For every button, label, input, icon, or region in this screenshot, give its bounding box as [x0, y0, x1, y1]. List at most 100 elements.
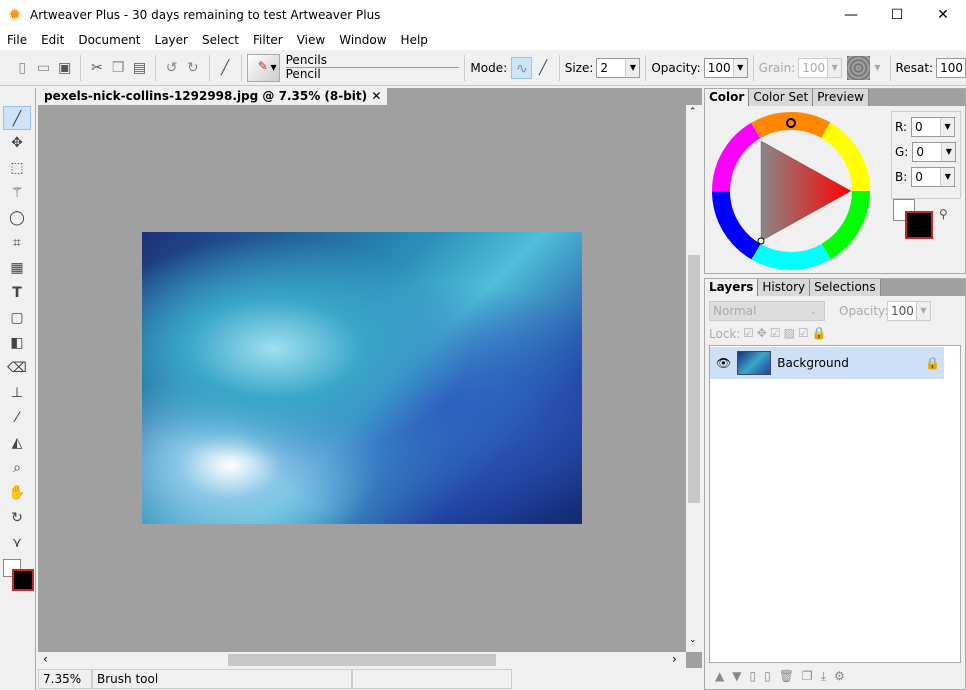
layer-opacity-select[interactable]: 100 ▼ [887, 301, 931, 321]
tab-history[interactable]: History [758, 279, 811, 296]
b-input[interactable]: 0 ▼ [911, 167, 956, 187]
menu-filter[interactable]: Filter [246, 30, 290, 50]
toolbox: ╱ ✥ ⬚ ⚚ ◯ ⌗ ▦ T ▢ ◧ ⌫ ⊥ ⁄ ◭ ⌕ ✋ ↻ ⋎ [0, 88, 36, 690]
chevron-down-icon[interactable]: ▼ [874, 63, 880, 72]
redo-icon[interactable]: ↻ [182, 57, 203, 79]
paint-bucket-icon[interactable]: ◭ [3, 431, 31, 455]
text-tool-icon[interactable]: T [3, 281, 31, 305]
rectangle-select-icon[interactable]: ⬚ [3, 156, 31, 180]
new-layer-icon[interactable]: ▯ [764, 669, 771, 684]
eye-icon[interactable]: 👁 [716, 356, 731, 370]
document-tab[interactable]: pexels-nick-collins-1292998.jpg @ 7.35% … [38, 88, 388, 105]
foreground-color-swatch[interactable] [905, 211, 933, 239]
crop-icon[interactable]: ⌗ [3, 231, 31, 255]
scroll-up-icon[interactable]: ⌃ [689, 107, 697, 117]
close-button[interactable]: ✕ [920, 0, 966, 30]
merge-layer-icon[interactable]: ⤓ [821, 669, 826, 684]
status-bar: 7.35% Brush tool [38, 668, 702, 690]
brush-variant[interactable]: Pencil [286, 68, 460, 81]
open-folder-icon[interactable]: ▭ [33, 57, 54, 79]
paste-icon[interactable]: ▤ [129, 57, 150, 79]
delete-layer-icon[interactable]: 🗑 [779, 669, 794, 684]
foreground-background-swatch[interactable] [0, 559, 35, 593]
resat-input[interactable]: 100 [936, 57, 966, 78]
save-icon[interactable]: ▣ [54, 57, 75, 79]
rotate-icon[interactable]: ↻ [3, 506, 31, 530]
chevron-down-icon[interactable]: ▼ [625, 58, 640, 77]
brush-icon[interactable]: ╱ [215, 57, 236, 79]
move-layer-down-icon[interactable]: ▼ [732, 669, 741, 684]
horizontal-scrollbar[interactable]: ‹ › [38, 652, 686, 668]
g-input[interactable]: 0 ▼ [912, 142, 957, 162]
hand-icon[interactable]: ✋ [3, 481, 31, 505]
menu-select[interactable]: Select [195, 30, 246, 50]
color-picker-icon[interactable]: ⚲ [939, 207, 948, 221]
menu-view[interactable]: View [290, 30, 332, 50]
layer-actions: ▲ ▼ ▯ ▯ 🗑 ❐ ⤓ ⚙ [715, 669, 845, 684]
resat-label: Resat: [895, 60, 934, 75]
menu-document[interactable]: Document [71, 30, 147, 50]
straight-line-mode-icon[interactable]: ╱ [532, 57, 553, 79]
brush-category[interactable]: Pencils [285, 54, 460, 68]
color-wheel[interactable] [711, 111, 871, 271]
tab-layers[interactable]: Layers [705, 279, 759, 296]
scroll-thumb[interactable] [688, 255, 700, 503]
color-marker[interactable] [757, 237, 765, 245]
lasso-icon[interactable]: ◯ [3, 206, 31, 230]
opacity-select[interactable]: 100 ▼ [703, 57, 748, 78]
minimize-button[interactable]: — [828, 0, 874, 30]
tab-selections[interactable]: Selections [810, 279, 881, 296]
shape-tool-icon[interactable]: ▢ [3, 306, 31, 330]
tab-color-set[interactable]: Color Set [749, 89, 814, 106]
layer-thumbnail [737, 351, 772, 375]
vertical-scrollbar[interactable]: ⌃ ⌄ [686, 105, 702, 652]
perspective-icon[interactable]: ▦ [3, 256, 31, 280]
stamp-icon[interactable]: ⊥ [3, 381, 31, 405]
new-file-icon[interactable]: ▯ [12, 57, 33, 79]
undo-icon[interactable]: ↺ [161, 57, 182, 79]
tab-preview[interactable]: Preview [813, 89, 869, 106]
layer-settings-icon[interactable]: ⚙ [834, 669, 845, 684]
menu-window[interactable]: Window [332, 30, 393, 50]
eraser-icon[interactable]: ⌫ [3, 356, 31, 380]
color-panel: Color Color Set Preview R: 0 ▼ G: 0 ▼ B: 0 ▼ ⚲ [704, 88, 966, 274]
saturation-triangle[interactable] [761, 141, 851, 241]
brush-preset-button[interactable]: ✎ ▼ [246, 53, 280, 82]
magic-wand-icon[interactable]: ⚚ [3, 181, 31, 205]
symmetry-icon[interactable]: ⋎ [3, 531, 31, 555]
maximize-button[interactable]: ☐ [874, 0, 920, 30]
blend-mode-select[interactable]: Normal ⌄ [709, 301, 825, 321]
eyedropper-icon[interactable]: ⁄ [3, 406, 31, 430]
brush-tool-icon[interactable]: ╱ [3, 106, 31, 130]
document-window: pexels-nick-collins-1292998.jpg @ 7.35% … [38, 88, 702, 690]
scroll-thumb[interactable] [228, 654, 496, 666]
move-layer-up-icon[interactable]: ▲ [715, 669, 724, 684]
canvas-area[interactable] [38, 105, 686, 652]
copy-icon[interactable]: ❐ [108, 57, 129, 79]
menu-file[interactable]: File [0, 30, 34, 50]
menu-help[interactable]: Help [394, 30, 435, 50]
size-select[interactable]: 2 ▼ [596, 57, 641, 78]
menu-edit[interactable]: Edit [34, 30, 71, 50]
chevron-down-icon[interactable]: ▼ [732, 58, 747, 77]
new-layer-group-icon[interactable]: ▯ [749, 669, 756, 684]
close-tab-icon[interactable]: ✕ [371, 89, 381, 103]
scroll-right-icon[interactable]: › [672, 652, 677, 666]
grain-select[interactable]: 100 ▼ [798, 57, 843, 78]
move-tool-icon[interactable]: ✥ [3, 131, 31, 155]
menu-layer[interactable]: Layer [148, 30, 195, 50]
tab-color[interactable]: Color [705, 89, 750, 106]
cut-icon[interactable]: ✂ [86, 57, 107, 79]
duplicate-layer-icon[interactable]: ❐ [802, 669, 813, 684]
r-input[interactable]: 0 ▼ [911, 117, 956, 137]
chevron-down-icon[interactable]: ▼ [827, 58, 842, 77]
scroll-down-icon[interactable]: ⌄ [689, 635, 697, 645]
lock-options[interactable]: ☑✥☑▨☑🔒 [743, 326, 830, 340]
canvas-image[interactable] [142, 232, 582, 524]
gradient-icon[interactable]: ◧ [3, 331, 31, 355]
layer-row[interactable]: 👁 Background 🔒 [710, 347, 944, 379]
zoom-icon[interactable]: ⌕ [3, 456, 31, 480]
scroll-left-icon[interactable]: ‹ [43, 652, 48, 666]
freehand-mode-icon[interactable]: ∿ [511, 56, 533, 79]
paper-texture-button[interactable] [847, 55, 871, 80]
